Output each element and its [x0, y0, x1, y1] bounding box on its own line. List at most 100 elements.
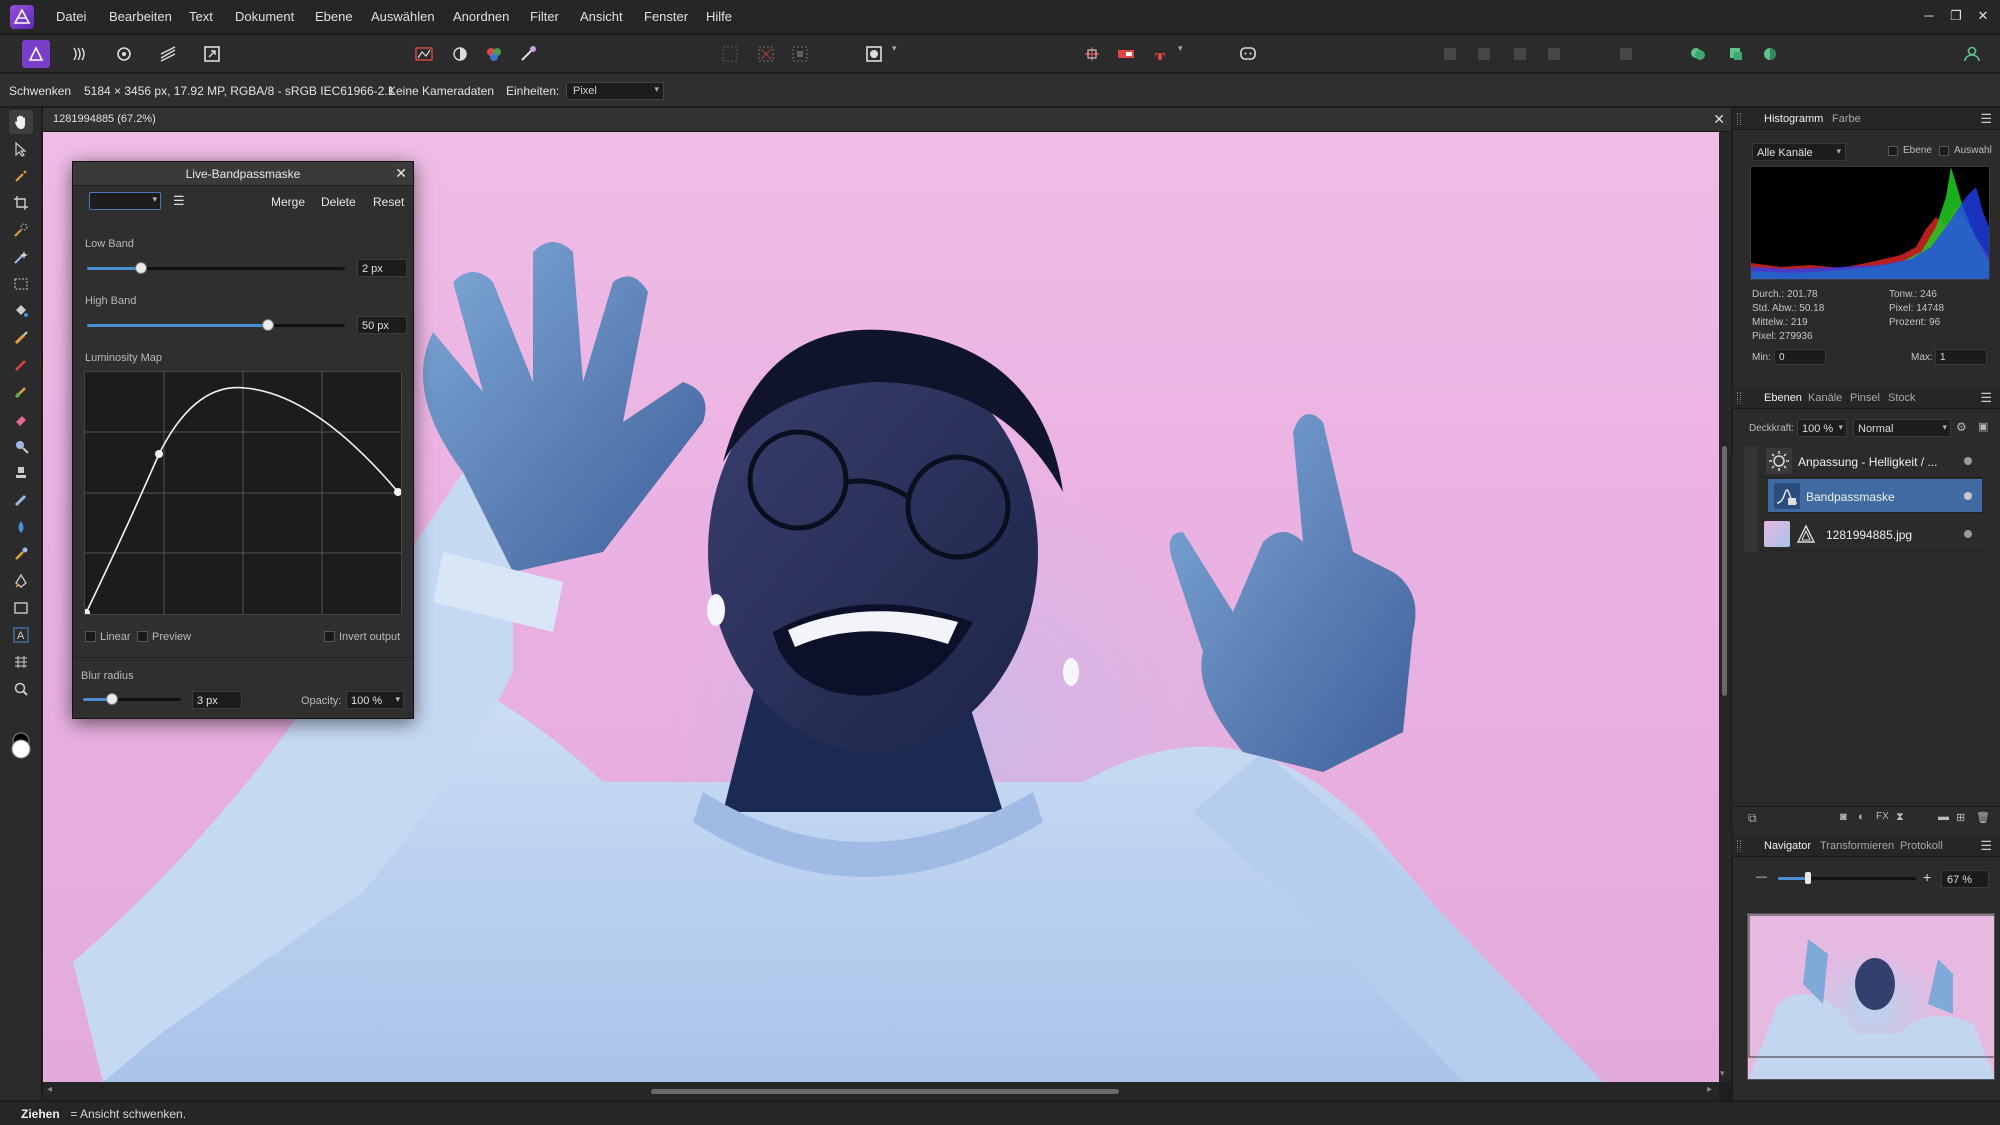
menu-auswaehlen[interactable]: Auswählen: [371, 9, 435, 24]
levels-icon[interactable]: [410, 40, 438, 68]
fx-icon[interactable]: FX: [1876, 811, 1889, 822]
rectangle-tool-icon[interactable]: [9, 596, 33, 620]
magnet-snap-icon[interactable]: [1146, 40, 1174, 68]
units-select[interactable]: Pixel ▾: [566, 82, 664, 100]
live-filter-icon[interactable]: ⧗: [1896, 811, 1904, 824]
blend-mode-select[interactable]: Normal ▾: [1853, 419, 1951, 437]
menu-ebene[interactable]: Ebene: [315, 9, 353, 24]
quick-mask-icon[interactable]: [860, 40, 888, 68]
invert-selection-icon[interactable]: [786, 40, 814, 68]
menu-text[interactable]: Text: [189, 9, 213, 24]
high-band-knob[interactable]: [261, 319, 274, 331]
smudge-brush-tool-icon[interactable]: [9, 542, 33, 566]
marquee-tool-icon[interactable]: [9, 272, 33, 296]
maximize-button[interactable]: ❐: [1945, 6, 1967, 26]
horizontal-scroll-thumb[interactable]: [651, 1089, 1119, 1094]
photo-persona-icon[interactable]: [22, 40, 50, 68]
selection-checkbox[interactable]: [1939, 146, 1949, 156]
color-picker-tool-icon[interactable]: [9, 164, 33, 188]
zoom-in-button[interactable]: +: [1923, 869, 1931, 885]
tab-protokoll[interactable]: Protokoll: [1900, 840, 1943, 852]
horizontal-scrollbar[interactable]: ◂ ▸: [43, 1082, 1719, 1100]
flood-fill-tool-icon[interactable]: [9, 299, 33, 323]
auto-white-balance-icon[interactable]: [514, 40, 542, 68]
panel-grip-icon[interactable]: [1737, 113, 1741, 125]
blur-radius-knob[interactable]: [106, 693, 119, 705]
tab-histogramm[interactable]: Histogramm: [1764, 113, 1823, 125]
curve-node[interactable]: [82, 609, 90, 617]
panel-menu-icon[interactable]: ☰: [1980, 111, 1992, 127]
vertical-scroll-thumb[interactable]: [1722, 446, 1727, 696]
max-field[interactable]: 1: [1935, 349, 1987, 365]
panel-grip-icon[interactable]: [1737, 840, 1741, 852]
auto-contrast-icon[interactable]: [446, 40, 474, 68]
opacity-select[interactable]: 100 % ▾: [346, 691, 404, 709]
clone-brush-tool-icon[interactable]: [9, 461, 33, 485]
feedback-icon[interactable]: [1234, 40, 1262, 68]
layer-stack-icon[interactable]: ⧉: [1748, 811, 1757, 826]
color-swatches-icon[interactable]: [8, 732, 34, 762]
deselect-icon[interactable]: [752, 40, 780, 68]
layer-visibility-toggle[interactable]: [1964, 492, 1972, 500]
preview-checkbox[interactable]: [137, 631, 148, 642]
reset-button[interactable]: Reset: [373, 195, 404, 209]
linear-checkbox[interactable]: [85, 631, 96, 642]
mask-layer-icon[interactable]: ◙: [1840, 811, 1847, 823]
group-folder-icon[interactable]: ▬: [1938, 811, 1949, 823]
channel-select[interactable]: Alle Kanäle ▾: [1752, 143, 1846, 161]
selection-brush-tool-icon[interactable]: [9, 218, 33, 242]
blur-brush-tool-icon[interactable]: [9, 515, 33, 539]
panel-menu-icon[interactable]: ☰: [1980, 838, 1992, 854]
delete-button[interactable]: Delete: [321, 195, 356, 209]
preset-select[interactable]: ▾: [89, 192, 161, 210]
menu-hilfe[interactable]: Hilfe: [706, 9, 732, 24]
boolean-subtract-icon[interactable]: [1722, 40, 1750, 68]
scroll-down-arrow-icon[interactable]: ▾: [1720, 1068, 1725, 1079]
develop-persona-icon[interactable]: [110, 40, 138, 68]
zoom-tool-icon[interactable]: [9, 677, 33, 701]
flood-select-tool-icon[interactable]: [9, 245, 33, 269]
layer-opacity-select[interactable]: 100 % ▾: [1797, 419, 1847, 437]
menu-anordnen[interactable]: Anordnen: [453, 9, 509, 24]
tab-farbe[interactable]: Farbe: [1832, 113, 1861, 125]
panel-grip-icon[interactable]: [1737, 392, 1741, 404]
arrange-forward-icon[interactable]: [1506, 40, 1534, 68]
lock-icon[interactable]: ▣: [1978, 420, 1988, 433]
crop-tool-icon[interactable]: [9, 191, 33, 215]
liquify-persona-icon[interactable]: [66, 40, 94, 68]
move-tool-icon[interactable]: [9, 137, 33, 161]
close-window-button[interactable]: ✕: [1972, 6, 1994, 26]
merge-button[interactable]: Merge: [271, 195, 305, 209]
tone-mapping-persona-icon[interactable]: [154, 40, 182, 68]
assistant-icon[interactable]: [1112, 40, 1140, 68]
quick-mask-dropdown-chevron-icon[interactable]: ▾: [892, 43, 897, 54]
tab-ebenen[interactable]: Ebenen: [1764, 392, 1802, 404]
blur-radius-value-field[interactable]: 3 px: [192, 691, 242, 709]
zoom-slider-knob[interactable]: [1805, 872, 1812, 884]
selection-grid-icon[interactable]: [716, 40, 744, 68]
menu-ansicht[interactable]: Ansicht: [580, 9, 623, 24]
vertical-scrollbar[interactable]: ▾: [1719, 132, 1731, 1082]
scroll-left-arrow-icon[interactable]: ◂: [47, 1084, 52, 1095]
layer-settings-gear-icon[interactable]: ⚙: [1956, 420, 1967, 434]
auto-colors-icon[interactable]: [480, 40, 508, 68]
menu-filter[interactable]: Filter: [530, 9, 559, 24]
invert-output-checkbox[interactable]: [324, 631, 335, 642]
trash-icon[interactable]: 🗑: [1976, 811, 1990, 824]
layer-visibility-toggle[interactable]: [1964, 530, 1972, 538]
layer-row[interactable]: 1281994885.jpg: [1760, 517, 1982, 551]
high-band-slider[interactable]: [87, 319, 345, 331]
close-icon[interactable]: ✕: [395, 165, 407, 182]
min-field[interactable]: 0: [1774, 349, 1826, 365]
arrange-backward-icon[interactable]: [1470, 40, 1498, 68]
boolean-add-icon[interactable]: [1684, 40, 1712, 68]
blur-radius-slider[interactable]: [83, 693, 181, 705]
menu-datei[interactable]: Datei: [56, 9, 86, 24]
align-icon[interactable]: [1612, 40, 1640, 68]
layer-checkbox[interactable]: [1888, 146, 1898, 156]
pixel-brush-tool-icon[interactable]: [9, 353, 33, 377]
mixer-brush-tool-icon[interactable]: [9, 380, 33, 404]
boolean-intersect-icon[interactable]: [1756, 40, 1784, 68]
scroll-right-arrow-icon[interactable]: ▸: [1707, 1084, 1712, 1095]
tab-pinsel[interactable]: Pinsel: [1850, 392, 1880, 404]
